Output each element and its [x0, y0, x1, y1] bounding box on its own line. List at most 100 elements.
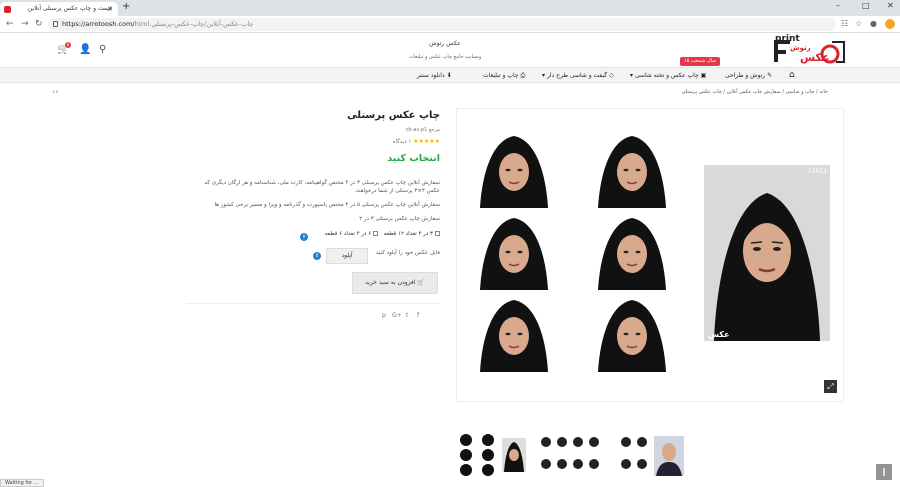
sale-badge: ۱۵ سال شمعت: [680, 57, 721, 66]
window-close-icon[interactable]: ✕: [887, 1, 894, 10]
nav-item-gift[interactable]: ◇گیفت و شاسی طرح دار ▾: [542, 68, 614, 83]
address-bar[interactable]: https://arrotoosh.com/html.چاپ-عکس-آنلای…: [48, 18, 836, 31]
google-plus-icon[interactable]: G+: [392, 312, 402, 319]
user-icon[interactable]: 👤: [79, 44, 91, 55]
lock-icon: [53, 21, 58, 27]
upload-button[interactable]: آپلود: [326, 248, 368, 264]
review-count: ۱ دیدگاه: [392, 139, 412, 145]
mini-portrait-illustration: [476, 298, 552, 372]
site-favicon-icon: [4, 6, 11, 13]
browser-status-bar: Waiting for ...: [0, 479, 44, 487]
breadcrumb[interactable]: خانه / چاپ و شاسی / سفارش چاپ عکس آنلاین…: [600, 89, 828, 95]
option-label: ۳ در ۴ تعداد ۱۲ قطعه: [383, 231, 433, 237]
info-icon[interactable]: i: [300, 233, 308, 241]
nav-item-label: رتوش و طراحی: [725, 72, 766, 79]
logo-main-text: عکس: [800, 51, 830, 64]
maximize-icon[interactable]: □: [862, 1, 870, 10]
rating-stars: ★★★★★: [413, 138, 440, 145]
thumbnail-illustration: [538, 432, 604, 478]
photo-number: 12652: [807, 168, 827, 175]
prev-next-icon[interactable]: ‹›: [52, 87, 58, 96]
checkbox[interactable]: [435, 231, 440, 236]
forward-icon[interactable]: →: [21, 19, 29, 29]
logo-print-text: print: [775, 34, 800, 44]
tab-title: قیمت و چاپ عکس پرسنلی آنلاین: [27, 5, 112, 12]
passport-photo[interactable]: [594, 134, 670, 208]
product-sku: مرجع cb-as-p1: [405, 127, 440, 133]
twitter-icon[interactable]: t: [406, 312, 408, 319]
size-options: ۳ در ۴ تعداد ۱۲ قطعه ۶ در ۴ تعداد ۶ قطعه: [296, 231, 440, 237]
thumbnail-illustration: [458, 432, 528, 478]
nav-item-print-photo[interactable]: ▣چاپ عکس و تخته شاسی ▾: [630, 68, 706, 83]
product-rating[interactable]: ★★★★★ ۱ دیدگاه: [300, 138, 440, 145]
new-tab-button[interactable]: +: [122, 1, 130, 12]
product-description-line: عکس ۴×۳ پرسنلی از شما درخواهند.: [354, 188, 440, 194]
chevron-down-icon: ▾: [630, 72, 634, 79]
gem-icon: ◇: [609, 72, 614, 79]
passport-photo[interactable]: [476, 216, 552, 290]
thumbnail-illustration: [616, 432, 686, 478]
passport-photo[interactable]: [594, 298, 670, 372]
mini-portrait-illustration: [594, 134, 670, 208]
thumbnail-man[interactable]: [616, 432, 686, 478]
nav-item-label: گیفت و شاسی طرح دار: [546, 72, 608, 79]
thumbnail-woman[interactable]: [458, 432, 528, 478]
option-3x4[interactable]: ۳ در ۴ تعداد ۱۲ قطعه: [383, 231, 440, 237]
home-icon[interactable]: ⌂: [789, 70, 795, 80]
site-name: عکس رتوش: [429, 40, 461, 47]
browser-tab[interactable]: قیمت و چاپ عکس پرسنلی آنلاین ×: [0, 2, 118, 16]
passport-photo[interactable]: [476, 134, 552, 208]
passport-photo[interactable]: [594, 216, 670, 290]
divider: [186, 303, 440, 304]
nav-item-label: چاپ و تبلیغات: [483, 72, 519, 79]
checkbox[interactable]: [373, 231, 379, 236]
facebook-icon[interactable]: f: [417, 312, 419, 319]
browser-toolbar: ← → ↻ https://arrotoosh.com/html.چاپ-عکس…: [0, 16, 900, 33]
option-label: ۶ در ۴ تعداد ۶ قطعه: [324, 231, 372, 237]
translate-icon[interactable]: ☷: [841, 19, 848, 28]
add-to-cart-button[interactable]: 🛒 افزودن به سبد خرید: [352, 272, 438, 294]
tab-close-icon[interactable]: ×: [107, 2, 113, 16]
price-label: انتخاب کنید: [387, 153, 440, 164]
product-description-line: سفارش آنلاین چاپ عکس پرسنلی ۳ در ۴ مختص …: [204, 180, 440, 186]
product-description-line: سفارش چاپ عکس پرسنلی ۳ در ۲: [359, 216, 440, 222]
reload-icon[interactable]: ↻: [35, 19, 43, 29]
nav-item-download[interactable]: ⬇دانلود سنتر: [417, 68, 452, 83]
upload-label: فایل عکس خود را آپلود کنید: [376, 250, 440, 256]
nav-item-advertising[interactable]: ⎙چاپ و تبلیغات: [483, 68, 525, 83]
url-path: html.چاپ-عکس-آنلاین/چاپ-عکس-پرسنلی: [134, 20, 254, 28]
info-icon[interactable]: i: [313, 252, 321, 260]
extension-icon[interactable]: ●: [870, 19, 877, 28]
site-tagline: وبسایت جامع چاپ عکس و تبلیغات: [408, 54, 482, 60]
url-host: https://arrotoosh.com/: [62, 20, 135, 28]
profile-avatar[interactable]: [885, 19, 895, 29]
photo-watermark: عکس: [708, 330, 730, 339]
add-to-cart-label: افزودن به سبد خرید: [365, 279, 416, 286]
thumbnail-man-grid[interactable]: [538, 432, 604, 478]
product-description-line: سفارش آنلاین چاپ عکس پرسنلی ۵ در ۴ مختص …: [214, 202, 440, 208]
pinterest-icon[interactable]: p: [382, 312, 386, 319]
option-6x4[interactable]: ۶ در ۴ تعداد ۶ قطعه: [325, 231, 379, 237]
minimize-icon[interactable]: –: [836, 1, 840, 10]
bookmark-star-icon[interactable]: ☆: [855, 19, 862, 28]
main-product-photo[interactable]: 12652 عکس: [704, 165, 830, 341]
edit-icon: ✎: [767, 72, 773, 79]
nav-item-label: چاپ عکس و تخته شاسی: [634, 72, 699, 79]
expand-icon[interactable]: ⤢: [824, 380, 837, 393]
nav-item-label: دانلود سنتر: [417, 72, 445, 79]
portrait-illustration: [704, 165, 830, 341]
site-header: [0, 33, 900, 67]
mini-portrait-illustration: [476, 134, 552, 208]
printer-icon: ⎙: [520, 72, 526, 79]
cart-count-badge: 0: [65, 42, 71, 48]
main-nav: ⌂ ✎رتوش و طراحی ▣چاپ عکس و تخته شاسی ▾ ◇…: [0, 67, 900, 83]
browser-tab-bar: قیمت و چاپ عکس پرسنلی آنلاین × + – □ ✕: [0, 0, 900, 16]
nav-item-retouch[interactable]: ✎رتوش و طراحی: [725, 68, 772, 83]
mini-portrait-illustration: [594, 298, 670, 372]
search-icon[interactable]: ⚲: [99, 44, 106, 55]
mini-portrait-illustration: [594, 216, 670, 290]
passport-photo[interactable]: [476, 298, 552, 372]
scroll-top-button[interactable]: ‖: [876, 464, 892, 480]
chevron-down-icon: ▾: [542, 72, 546, 79]
back-icon[interactable]: ←: [6, 19, 14, 29]
